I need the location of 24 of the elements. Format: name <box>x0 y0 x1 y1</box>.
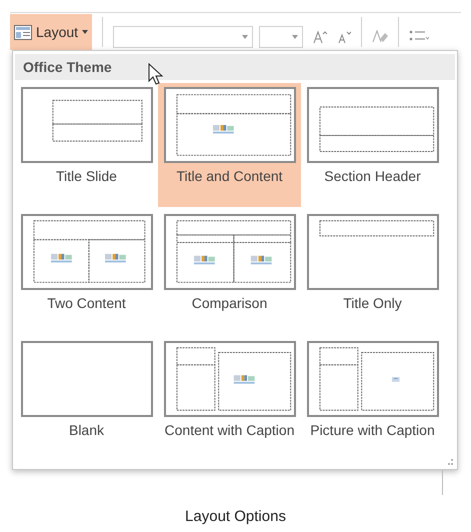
layout-option[interactable]: Title Only <box>301 210 444 334</box>
grow-font-icon[interactable] <box>313 30 328 44</box>
resize-grip-icon[interactable] <box>448 458 454 466</box>
dropdown-icon <box>242 35 248 39</box>
layout-option[interactable]: Comparison <box>158 210 301 334</box>
layout-option[interactable]: Section Header <box>301 83 444 207</box>
font-size-field[interactable] <box>259 26 304 48</box>
layout-icon <box>14 24 32 40</box>
shrink-font-icon[interactable] <box>337 30 352 44</box>
bullets-icon[interactable] <box>409 29 430 43</box>
layout-option[interactable]: Content with Caption <box>158 337 301 461</box>
mouse-cursor-icon <box>148 63 164 85</box>
layout-button[interactable]: Layout <box>10 14 92 50</box>
font-field[interactable] <box>113 26 254 48</box>
figure-caption: Layout Options <box>184 507 287 527</box>
layout-option[interactable]: Blank <box>15 337 158 461</box>
layout-option[interactable]: Two Content <box>15 210 158 334</box>
layout-option[interactable]: Title and Content <box>158 83 301 207</box>
layout-option[interactable]: Title Slide <box>15 83 158 207</box>
gallery-header: Office Theme <box>15 54 455 80</box>
layout-option[interactable]: Picture with Caption <box>301 337 444 461</box>
dropdown-icon <box>292 35 298 39</box>
clear-formatting-icon[interactable] <box>372 29 388 43</box>
caret-icon <box>82 30 88 34</box>
